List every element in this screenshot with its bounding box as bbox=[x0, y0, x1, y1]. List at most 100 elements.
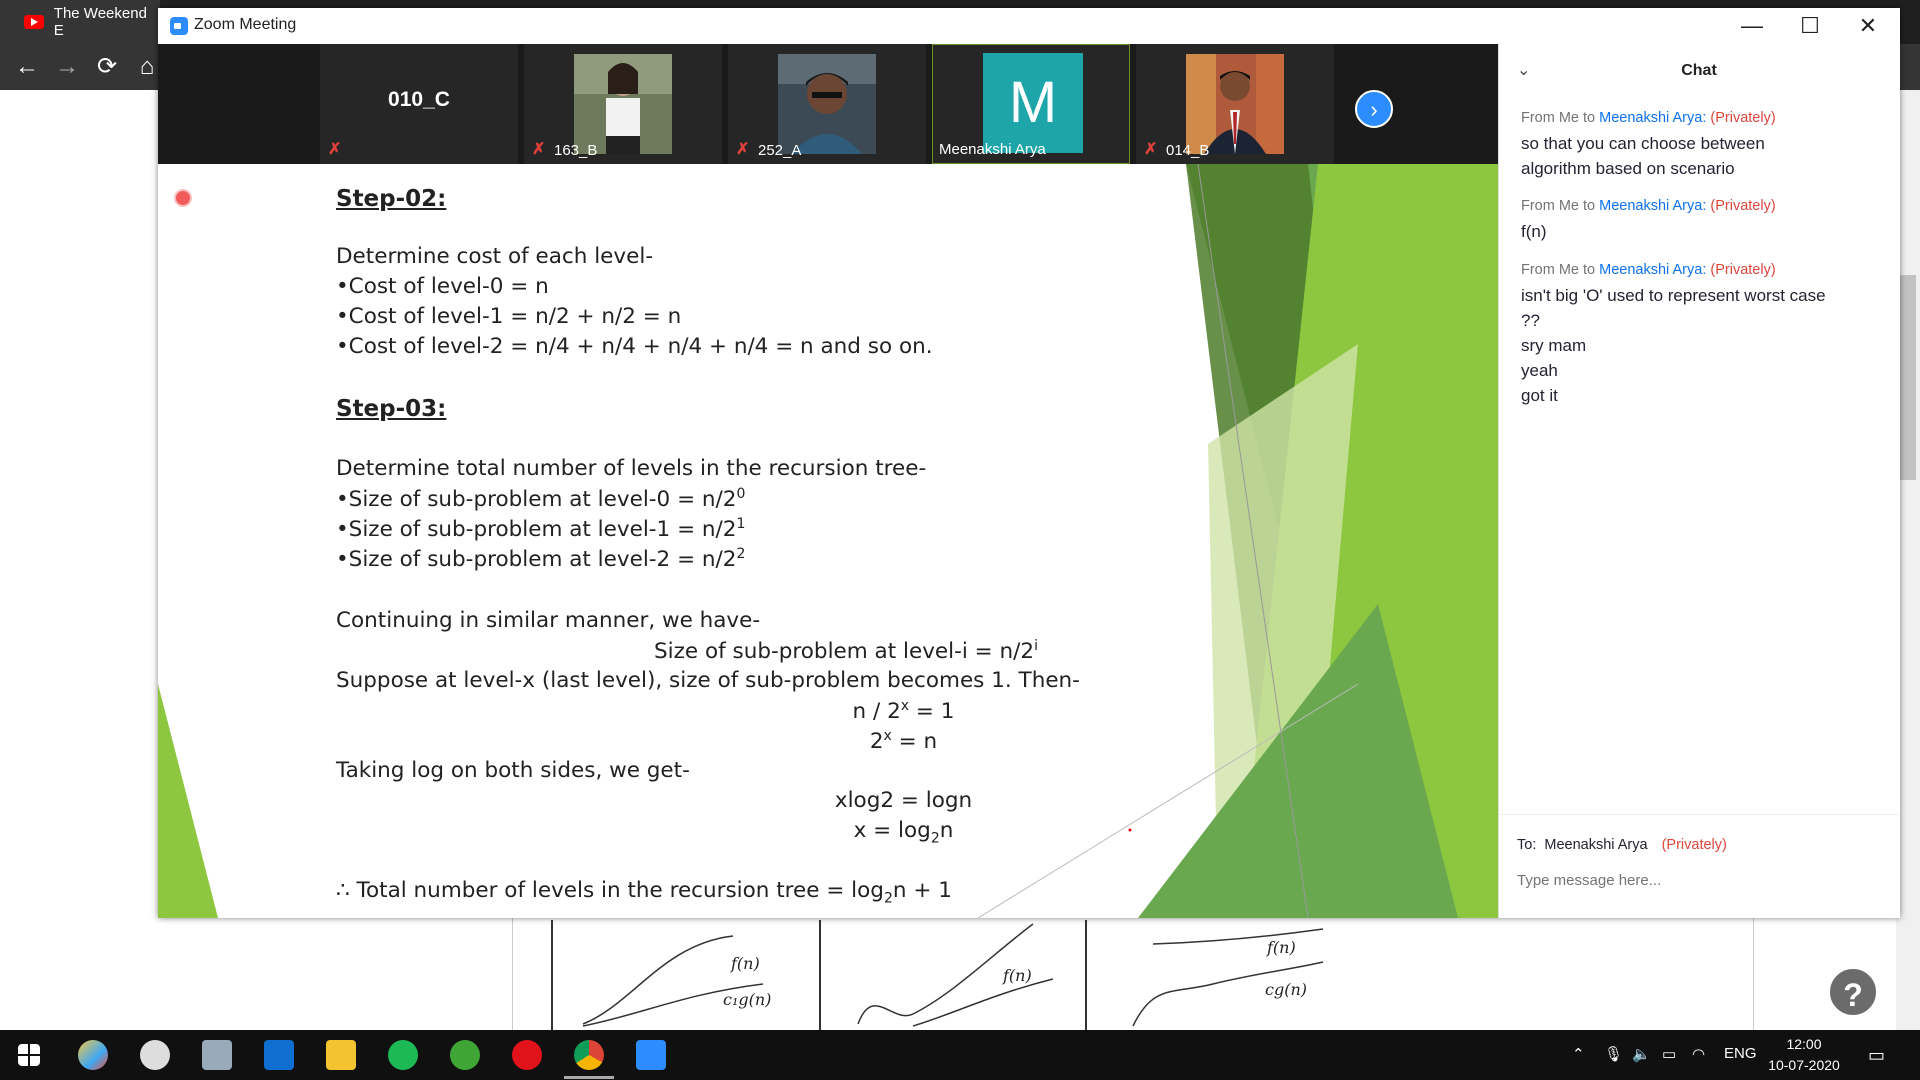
suppose-line: Suppose at level-x (last level), size of… bbox=[336, 668, 1080, 693]
opera-icon[interactable] bbox=[512, 1040, 542, 1070]
clock-date: 10-07-2020 bbox=[1768, 1057, 1840, 1073]
participant-avatar: M bbox=[983, 53, 1083, 153]
page-scrollbar-thumb[interactable] bbox=[1900, 275, 1916, 480]
zoom-taskbar-icon[interactable] bbox=[636, 1040, 666, 1070]
chat-message-input[interactable] bbox=[1517, 867, 1877, 893]
step2-line: •Cost of level-0 = n bbox=[336, 274, 549, 299]
windows-start-icon[interactable] bbox=[18, 1044, 40, 1066]
step3-heading: Step-03: bbox=[336, 396, 447, 422]
taking-log-line: Taking log on both sides, we get- bbox=[336, 758, 690, 783]
utorrent-icon[interactable] bbox=[450, 1040, 480, 1070]
equation-line: n / 2x = 1 bbox=[852, 698, 955, 725]
volume-icon[interactable]: 🔈 bbox=[1632, 1045, 1651, 1063]
microphone-icon[interactable]: 🎙 bbox=[1604, 1045, 1623, 1063]
step2-heading: Step-02: bbox=[336, 186, 447, 212]
participant-name-large: 010_C bbox=[388, 88, 450, 111]
windows-taskbar: ⌃ 🎙 🔈 ▭ ◠ ENG 12:00 10-07-2020 ▭ bbox=[0, 1030, 1920, 1080]
slide-text-body: Step-02: Determine cost of each level- •… bbox=[336, 164, 1236, 918]
chat-message-text: isn't big 'O' used to represent worst ca… bbox=[1521, 286, 1826, 305]
participant-tile[interactable]: ✗ 252_A bbox=[728, 44, 926, 164]
active-app-underline bbox=[564, 1076, 614, 1079]
equation-line: xlog2 = logn bbox=[834, 788, 973, 813]
reload-icon[interactable]: ⟳ bbox=[92, 52, 122, 82]
figure-label: c₁g(n) bbox=[723, 990, 772, 1009]
participant-name: 014_B bbox=[1166, 142, 1210, 159]
notification-icon[interactable]: ▭ bbox=[1868, 1045, 1885, 1066]
spotify-icon[interactable] bbox=[388, 1040, 418, 1070]
clock-time: 12:00 bbox=[1786, 1036, 1822, 1052]
step3-intro: Determine total number of levels in the … bbox=[336, 456, 927, 481]
zoom-app-icon bbox=[170, 17, 188, 35]
muted-mic-icon: ✗ bbox=[532, 141, 546, 158]
window-titlebar: Zoom Meeting — ☐ ✕ bbox=[158, 8, 1900, 44]
continuing-line: Continuing in similar manner, we have- bbox=[336, 608, 761, 633]
equation-line: 2x = n bbox=[869, 728, 938, 755]
size-line: •Size of sub-problem at level-0 = n/20 bbox=[336, 486, 746, 513]
step2-line: •Cost of level-2 = n/4 + n/4 + n/4 + n/4… bbox=[336, 334, 933, 359]
participant-name: 252_A bbox=[758, 142, 802, 159]
vscode-icon[interactable] bbox=[264, 1040, 294, 1070]
scanner-app-icon[interactable] bbox=[202, 1040, 232, 1070]
next-participants-button[interactable]: › bbox=[1355, 90, 1393, 128]
maximize-button[interactable]: ☐ bbox=[1781, 10, 1839, 42]
help-button[interactable]: ? bbox=[1827, 966, 1879, 1018]
chevron-down-icon[interactable]: ⌄ bbox=[1517, 60, 1530, 80]
chat-recipient-selector[interactable]: To: Meenakshi Arya (Privately) bbox=[1517, 837, 1727, 853]
chat-panel: Chat ⌄ From Me to Meenakshi Arya: (Priva… bbox=[1498, 44, 1900, 918]
zoom-meeting-window: Zoom Meeting — ☐ ✕ 010_C ✗ ✗ 163_B ✗ 252… bbox=[158, 8, 1900, 918]
chat-message-header: From Me to Meenakshi Arya: (Privately) bbox=[1521, 110, 1776, 126]
chat-message-header: From Me to Meenakshi Arya: (Privately) bbox=[1521, 262, 1776, 278]
figure-label: cg(n) bbox=[1265, 980, 1307, 999]
participant-tile[interactable]: ✗ 014_B bbox=[1136, 44, 1334, 164]
shared-screen-slide: Step-02: Determine cost of each level- •… bbox=[158, 164, 1498, 918]
system-clock[interactable]: 12:00 10-07-2020 bbox=[1764, 1034, 1844, 1076]
chevron-up-icon[interactable]: ⌃ bbox=[1572, 1045, 1585, 1063]
close-button[interactable]: ✕ bbox=[1839, 10, 1897, 42]
chat-message-text: got it bbox=[1521, 386, 1558, 405]
participant-tile-active-speaker[interactable]: M Meenakshi Arya bbox=[932, 44, 1130, 164]
conclusion-line: ∴ Total number of levels in the recursio… bbox=[336, 878, 952, 907]
equation-line: x = log2n bbox=[853, 818, 954, 847]
back-arrow-icon[interactable]: ← bbox=[12, 52, 42, 82]
browser-tab-title: The Weekend E bbox=[53, 5, 147, 39]
forward-arrow-icon[interactable]: → bbox=[52, 52, 82, 82]
muted-mic-icon: ✗ bbox=[328, 141, 342, 158]
browser-tab-youtube[interactable]: The Weekend E bbox=[0, 0, 160, 44]
wifi-icon[interactable]: ◠ bbox=[1692, 1045, 1705, 1063]
chat-message-text: f(n) bbox=[1521, 222, 1547, 241]
participant-video bbox=[574, 54, 672, 154]
figure-label: f(n) bbox=[1003, 966, 1032, 985]
chat-compose-area: To: Meenakshi Arya (Privately) bbox=[1499, 814, 1899, 919]
chevron-right-icon: › bbox=[1370, 97, 1378, 122]
paint-app-icon[interactable] bbox=[78, 1040, 108, 1070]
recording-indicator-icon bbox=[174, 189, 192, 207]
file-explorer-icon[interactable] bbox=[326, 1040, 356, 1070]
participant-video bbox=[778, 54, 876, 154]
participant-name: Meenakshi Arya bbox=[939, 141, 1046, 158]
chat-title: Chat bbox=[1681, 62, 1717, 79]
language-indicator[interactable]: ENG bbox=[1724, 1045, 1757, 1062]
background-complexity-figure: f(n) c₁g(n) f(n) f(n) cg(n) bbox=[512, 914, 1754, 1030]
figure-curves bbox=[582, 923, 1324, 1027]
muted-mic-icon: ✗ bbox=[1144, 141, 1158, 158]
participant-name: 163_B bbox=[554, 142, 598, 159]
snipping-tool-icon[interactable] bbox=[140, 1040, 170, 1070]
size-line: •Size of sub-problem at level-2 = n/22 bbox=[336, 546, 746, 573]
participant-tile[interactable]: ✗ 163_B bbox=[524, 44, 722, 164]
figure-label: f(n) bbox=[1267, 938, 1296, 957]
participant-tile[interactable]: 010_C ✗ bbox=[320, 44, 518, 164]
chat-message-text: sry mam bbox=[1521, 336, 1587, 355]
participant-video bbox=[1186, 54, 1284, 154]
chat-message-text: algorithm based on scenario bbox=[1521, 159, 1735, 178]
chat-message-text: yeah bbox=[1521, 361, 1558, 380]
chat-message-text: ?? bbox=[1521, 311, 1540, 330]
window-title: Zoom Meeting bbox=[194, 16, 297, 33]
chrome-icon[interactable] bbox=[574, 1040, 604, 1070]
chat-message-header: From Me to Meenakshi Arya: (Privately) bbox=[1521, 198, 1776, 214]
battery-icon[interactable]: ▭ bbox=[1662, 1045, 1676, 1063]
chat-message-text: so that you can choose between bbox=[1521, 134, 1765, 153]
minimize-button[interactable]: — bbox=[1723, 10, 1781, 42]
figure-label: f(n) bbox=[731, 954, 760, 973]
muted-mic-icon: ✗ bbox=[736, 141, 750, 158]
youtube-icon bbox=[24, 15, 44, 29]
